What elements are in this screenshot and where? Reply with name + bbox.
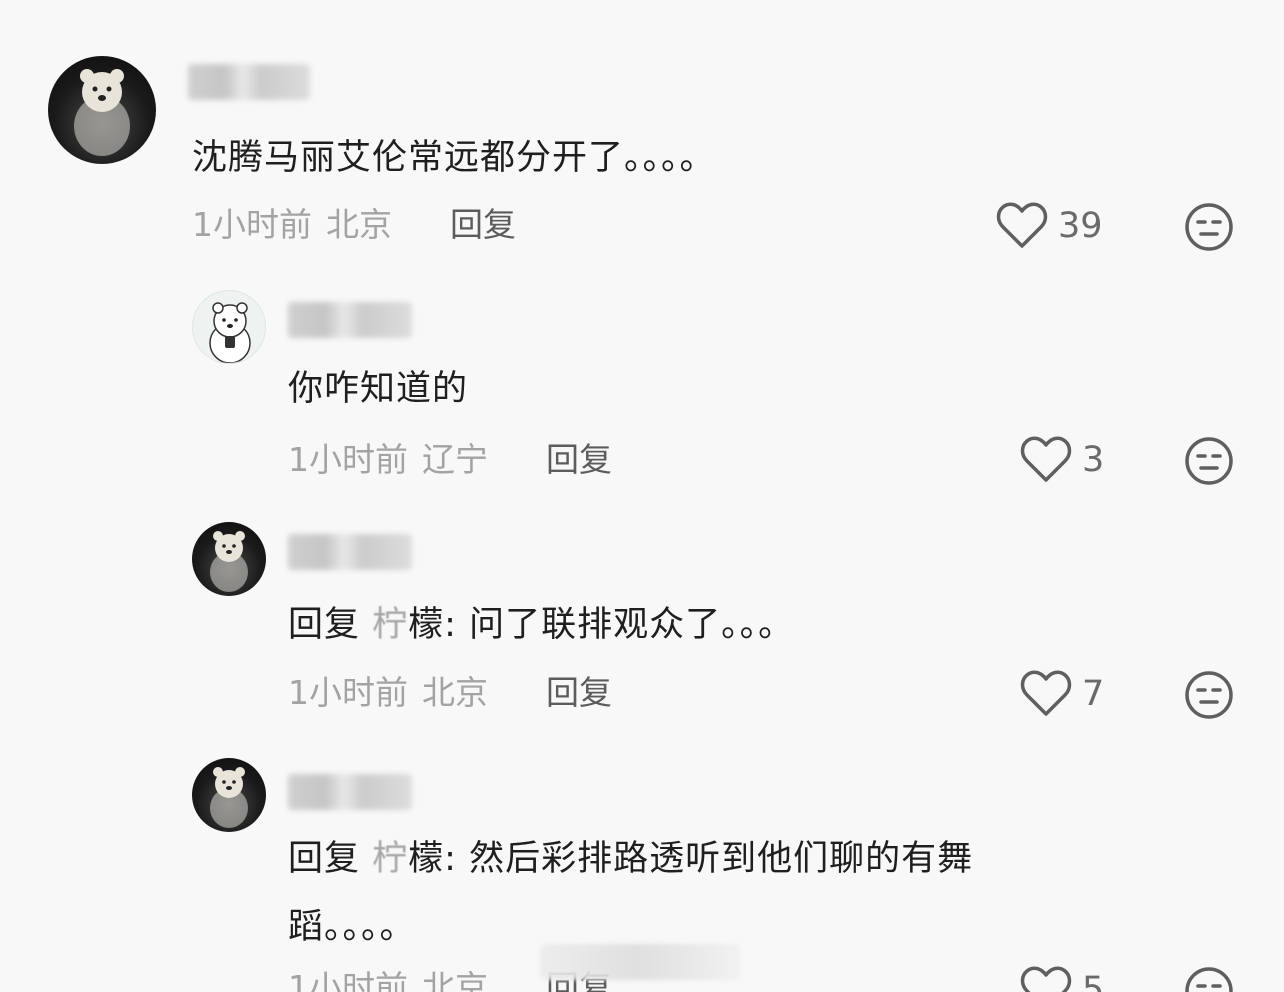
- heart-outline-icon: [1020, 436, 1072, 482]
- username-blurred[interactable]: [288, 302, 412, 338]
- avatar[interactable]: [192, 758, 266, 832]
- comment-content: 沈腾马丽艾伦常远都分开了。。。。: [192, 138, 716, 178]
- reply-prefix: 回复: [288, 605, 361, 645]
- like-count: 3: [1082, 440, 1105, 480]
- like-count: 7: [1082, 674, 1105, 714]
- like-button[interactable]: 5: [1020, 966, 1104, 992]
- comment-location: 北京: [422, 673, 488, 712]
- reply-content: 问了联排观众了。。。: [469, 605, 795, 645]
- reply-button[interactable]: 回复: [450, 205, 516, 245]
- comment-meta: 1小时前 北京: [288, 968, 488, 992]
- mention-username[interactable]: 柠: [372, 839, 408, 879]
- comment-meta: 1小时前 北京: [288, 673, 488, 713]
- watermark: [540, 944, 740, 980]
- reply-button[interactable]: 回复: [546, 440, 612, 480]
- avatar[interactable]: [192, 290, 266, 364]
- comment-meta: 1小时前 北京: [192, 205, 392, 245]
- avatar[interactable]: [192, 522, 266, 596]
- comment-location: 北京: [422, 968, 488, 992]
- neutral-face-icon[interactable]: [1184, 966, 1234, 992]
- bear-icon: [74, 69, 130, 156]
- comment-location: 北京: [326, 205, 392, 244]
- reply-prefix: 回复: [288, 839, 361, 879]
- white-bear-icon: [209, 302, 251, 363]
- mention-tail: 檬:: [408, 605, 457, 645]
- reply-content: 然后彩排路透听到他们聊的有舞: [469, 839, 974, 879]
- comment-content: 你咋知道的: [288, 369, 469, 409]
- comment-time: 1小时前: [192, 205, 312, 244]
- heart-outline-icon: [996, 202, 1048, 248]
- like-button[interactable]: 39: [996, 202, 1103, 250]
- comment-time: 1小时前: [288, 968, 408, 992]
- comment-content: 回复 柠檬: 问了联排观众了。。。: [288, 602, 794, 648]
- neutral-face-icon[interactable]: [1184, 436, 1234, 486]
- neutral-face-icon[interactable]: [1184, 670, 1234, 720]
- bear-icon: [210, 531, 248, 592]
- comment-content-continued: 蹈。。。。: [288, 907, 416, 947]
- heart-outline-icon: [1020, 670, 1072, 716]
- neutral-face-icon[interactable]: [1184, 202, 1234, 252]
- comment-content: 回复 柠檬: 然后彩排路透听到他们聊的有舞: [288, 836, 973, 882]
- like-button[interactable]: 3: [1020, 436, 1104, 484]
- username-blurred[interactable]: [288, 534, 412, 570]
- reply-button[interactable]: 回复: [546, 673, 612, 713]
- avatar[interactable]: [48, 56, 156, 164]
- comment-time: 1小时前: [288, 440, 408, 479]
- comment-time: 1小时前: [288, 673, 408, 712]
- username-blurred[interactable]: [288, 774, 412, 810]
- comment-meta: 1小时前 辽宁: [288, 440, 488, 480]
- comment-location: 辽宁: [422, 440, 488, 479]
- like-button[interactable]: 7: [1020, 670, 1104, 718]
- username-blurred[interactable]: [188, 64, 310, 100]
- mention-tail: 檬:: [408, 839, 457, 879]
- heart-outline-icon: [1020, 966, 1072, 992]
- mention-username[interactable]: 柠: [372, 605, 408, 645]
- bear-icon: [210, 767, 248, 828]
- like-count: 39: [1058, 206, 1103, 246]
- like-count: 5: [1082, 970, 1105, 992]
